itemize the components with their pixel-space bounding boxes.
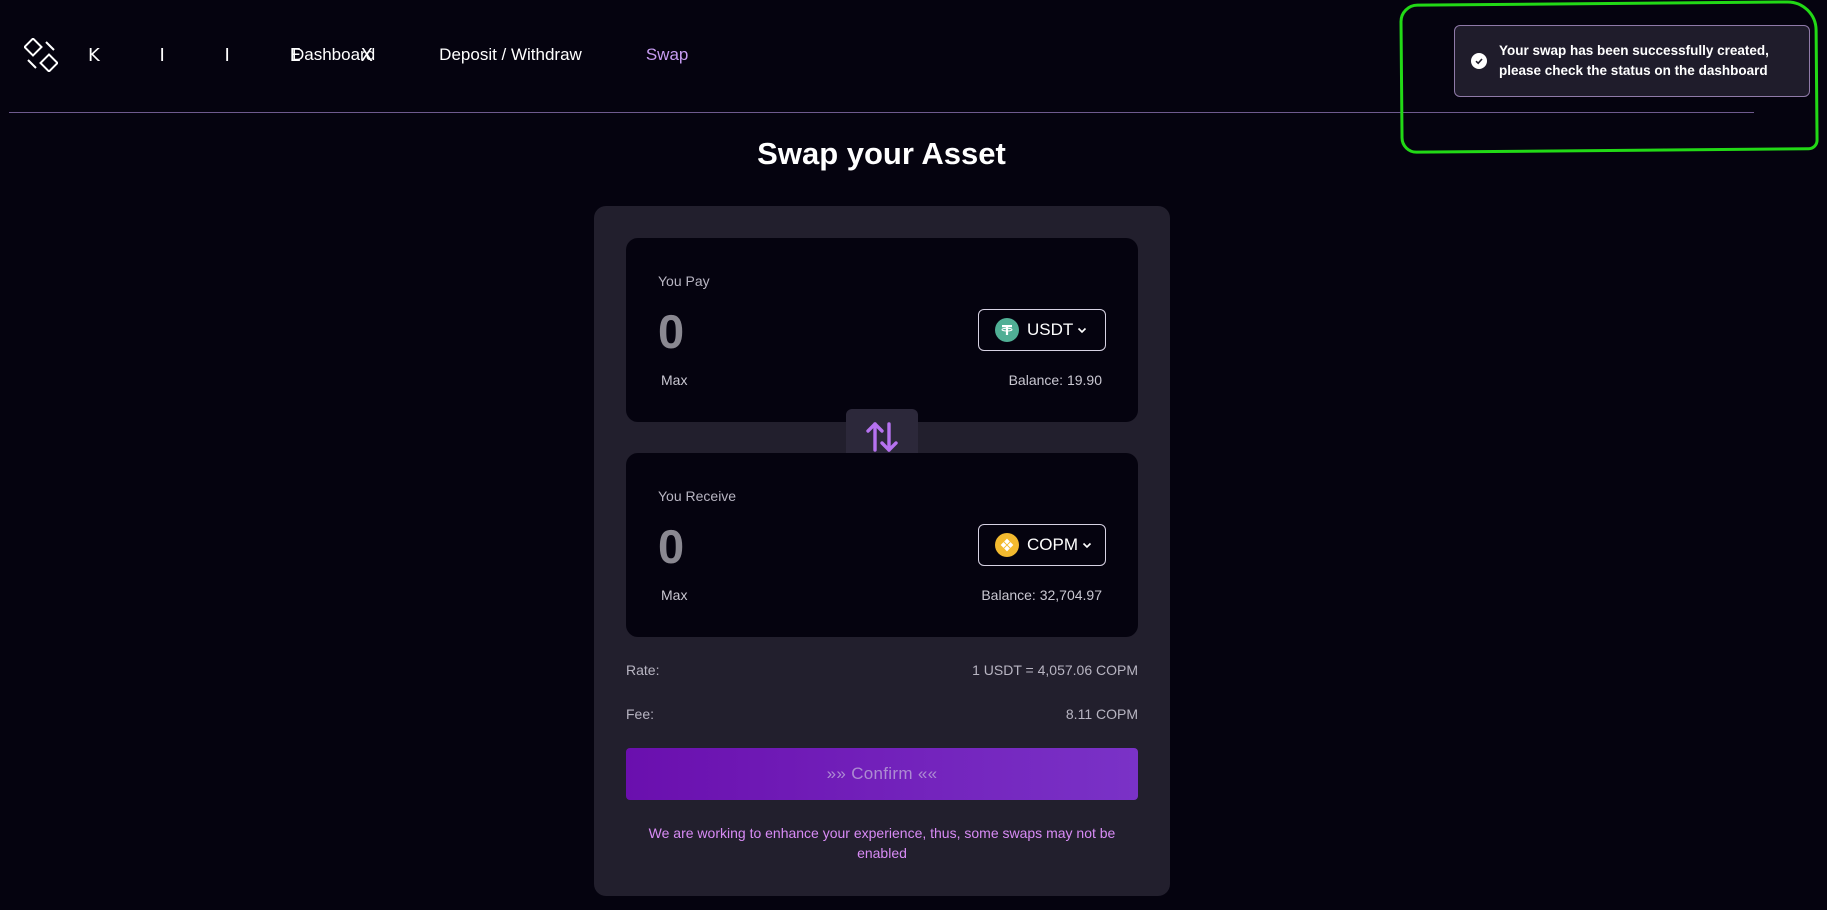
pay-balance: Balance: 19.90 [1008, 372, 1102, 388]
pay-panel: You Pay 0 USDT Max Balance: 19.90 [626, 238, 1138, 422]
confirm-button[interactable]: »» Confirm «« [626, 748, 1138, 800]
check-circle-icon [1471, 53, 1487, 69]
fee-value: 8.11 COPM [1065, 706, 1138, 722]
receive-token-name: COPM [1027, 535, 1078, 554]
fee-label: Fee: [626, 706, 655, 722]
usdt-coin-icon [995, 318, 1019, 342]
receive-balance: Balance: 32,704.97 [981, 587, 1102, 603]
swap-arrows-icon [866, 422, 898, 452]
logo-mark-icon [24, 38, 58, 72]
page-title: Swap your Asset [757, 136, 1006, 171]
rate-label: Rate: [626, 662, 660, 678]
toast-message: Your swap has been successfully created,… [1499, 43, 1769, 78]
chevron-down-icon [1078, 327, 1087, 334]
receive-amount-input[interactable]: 0 [658, 519, 684, 574]
nav-dashboard[interactable]: Dashboard [292, 45, 375, 65]
receive-label: You Receive [658, 488, 737, 504]
swap-card: You Pay 0 USDT Max Balance: 19.90 You Re… [594, 206, 1170, 896]
rate-value: 1 USDT = 4,057.06 COPM [972, 662, 1138, 678]
pay-token-name: USDT [1027, 320, 1074, 339]
receive-max-button[interactable]: Max [661, 587, 687, 603]
success-toast[interactable]: Your swap has been successfully created,… [1454, 25, 1810, 97]
chevron-down-icon [1082, 542, 1092, 549]
receive-token-select[interactable]: COPM [978, 524, 1106, 566]
pay-token-select[interactable]: USDT [978, 309, 1106, 351]
receive-panel: You Receive 0 COPM Max Balance: 32,704.9… [626, 453, 1138, 637]
nav-deposit-withdraw[interactable]: Deposit / Withdraw [439, 45, 582, 65]
swap-page: K I I E X Dashboard Deposit / Withdraw S… [0, 0, 1827, 910]
pay-amount-input[interactable]: 0 [658, 304, 684, 359]
pay-label: You Pay [658, 273, 710, 289]
service-notice: We are working to enhance your experienc… [648, 825, 1116, 861]
copm-coin-icon [995, 533, 1019, 557]
nav-swap[interactable]: Swap [646, 45, 689, 65]
pay-max-button[interactable]: Max [661, 372, 687, 388]
main-nav: Dashboard Deposit / Withdraw Swap [292, 45, 752, 65]
